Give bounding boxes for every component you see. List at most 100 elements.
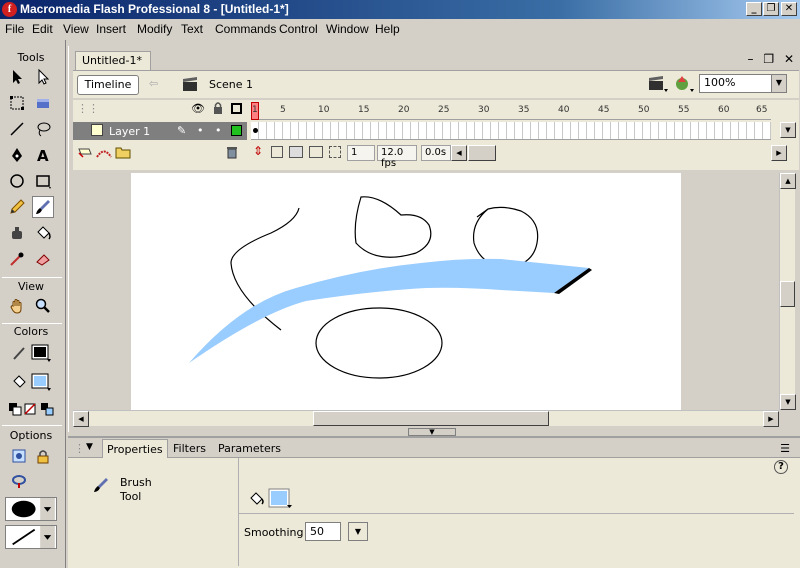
tab-parameters[interactable]: Parameters xyxy=(218,442,281,455)
stage[interactable] xyxy=(131,173,681,410)
hand-tool[interactable] xyxy=(6,295,28,317)
close-button[interactable]: ✕ xyxy=(781,2,797,16)
paint-bucket-tool[interactable] xyxy=(32,222,54,244)
brush-size-dropdown[interactable] xyxy=(5,497,57,521)
menu-insert[interactable]: Insert xyxy=(96,22,126,36)
keyframe[interactable] xyxy=(253,128,258,133)
menu-view[interactable]: View xyxy=(63,22,89,36)
timeline-scroll-thumb[interactable] xyxy=(468,145,496,161)
doc-restore-icon[interactable]: ❐ xyxy=(763,52,774,66)
subselection-tool[interactable] xyxy=(32,66,54,88)
vscroll-thumb[interactable] xyxy=(780,281,795,307)
edit-scene-icon[interactable] xyxy=(647,74,669,97)
tab-filters[interactable]: Filters xyxy=(173,442,206,455)
zoom-dropdown[interactable]: 100% ▼ xyxy=(699,74,787,93)
swap-colors-button[interactable] xyxy=(36,398,58,420)
menu-control[interactable]: Control xyxy=(279,22,318,36)
pencil-icon xyxy=(10,199,25,214)
tab-properties[interactable]: Properties xyxy=(102,439,168,459)
stroke-color-swatch[interactable] xyxy=(30,342,52,364)
scroll-right-icon[interactable]: ▶ xyxy=(763,411,779,427)
layer-row[interactable]: Layer 1 ✎ • • xyxy=(73,122,247,140)
stage-hscrollbar[interactable]: ◀ ▶ xyxy=(73,410,779,427)
menu-window[interactable]: Window xyxy=(326,22,369,36)
insert-folder-icon[interactable] xyxy=(115,145,131,162)
scroll-down-icon[interactable]: ▼ xyxy=(780,394,796,410)
eyedropper-tool[interactable] xyxy=(6,248,28,270)
menu-help[interactable]: Help xyxy=(375,22,400,36)
menu-edit[interactable]: Edit xyxy=(32,22,53,36)
visibility-dot-icon[interactable]: • xyxy=(197,124,204,137)
document-tab[interactable]: Untitled-1* xyxy=(75,51,151,70)
brush-mode-button[interactable] xyxy=(8,445,30,467)
menu-file[interactable]: File xyxy=(5,22,24,36)
pressure-button[interactable] xyxy=(8,470,30,492)
pen-tool[interactable] xyxy=(6,144,28,166)
hscroll-thumb[interactable] xyxy=(313,411,549,426)
trash-icon[interactable] xyxy=(225,145,239,162)
smoothing-input[interactable]: 50 xyxy=(305,522,341,541)
lasso-tool[interactable] xyxy=(32,118,54,140)
back-arrow-icon[interactable]: ⇦ xyxy=(149,77,158,90)
minimize-button[interactable]: _ xyxy=(746,2,762,16)
doc-close-icon[interactable]: ✕ xyxy=(784,52,794,66)
lock-dot-icon[interactable]: • xyxy=(215,124,222,137)
ink-bottle-tool[interactable] xyxy=(6,222,28,244)
doc-minimize-icon[interactable]: – xyxy=(748,52,754,66)
scroll-left-icon[interactable]: ◀ xyxy=(73,411,89,427)
selection-tool[interactable] xyxy=(6,66,28,88)
scroll-down-icon[interactable]: ▼ xyxy=(780,122,796,138)
pasteboard[interactable] xyxy=(73,173,779,410)
restore-button[interactable]: ❐ xyxy=(763,2,779,16)
help-icon[interactable]: ? xyxy=(774,460,788,474)
timeline-toggle-button[interactable]: Timeline xyxy=(77,75,139,95)
timeline-vscroll[interactable]: ▼ xyxy=(779,100,797,140)
oval-tool[interactable] xyxy=(6,170,28,192)
line-tool[interactable] xyxy=(6,118,28,140)
frame-grid[interactable] xyxy=(251,122,771,140)
onion-skin-icon[interactable] xyxy=(289,146,303,158)
arrow-icon xyxy=(13,70,22,84)
frame-rate[interactable]: 12.0 fps xyxy=(377,145,417,169)
scroll-right-icon[interactable]: ▶ xyxy=(771,145,787,161)
fill-color-swatch[interactable] xyxy=(268,488,294,513)
free-transform-tool[interactable] xyxy=(6,92,28,114)
edit-symbols-icon[interactable] xyxy=(673,74,695,97)
eraser-tool[interactable] xyxy=(32,248,54,270)
brush-shape-dropdown[interactable] xyxy=(5,525,57,549)
brush-tool[interactable] xyxy=(32,196,54,218)
rectangle-tool[interactable] xyxy=(32,170,54,192)
onion-outlines-icon[interactable] xyxy=(309,146,323,158)
outline-color-icon[interactable] xyxy=(231,125,242,136)
frame-ruler[interactable]: 1 5 10 15 20 25 30 35 40 45 50 55 60 65 xyxy=(251,102,771,120)
lock-fill-button[interactable] xyxy=(32,445,54,467)
scroll-up-icon[interactable]: ▲ xyxy=(780,173,796,189)
lock-icon[interactable] xyxy=(211,101,225,118)
properties-tabbar: ⋮ ▼ Properties Filters Parameters ☰ xyxy=(68,438,800,459)
menu-modify[interactable]: Modify xyxy=(137,22,172,36)
panel-collapse-handle[interactable]: ▼ xyxy=(408,428,456,436)
drawing[interactable] xyxy=(131,173,681,410)
collapse-triangle-icon[interactable]: ▼ xyxy=(86,442,93,452)
rectangle-icon xyxy=(36,175,51,189)
insert-layer-icon[interactable] xyxy=(77,146,93,163)
motion-guide-icon[interactable] xyxy=(95,146,113,163)
smoothing-dropdown[interactable]: ▼ xyxy=(348,522,368,541)
scroll-left-icon[interactable]: ◀ xyxy=(451,145,467,161)
menu-commands[interactable]: Commands xyxy=(215,22,276,36)
flash-app-icon[interactable]: f xyxy=(2,2,17,17)
outline-toggle-icon[interactable] xyxy=(231,103,242,114)
fill-color-swatch[interactable] xyxy=(30,371,52,393)
stage-vscrollbar[interactable]: ▲ ▼ xyxy=(779,173,796,410)
fill-transform-tool[interactable] xyxy=(32,92,54,114)
edit-multiple-frames-icon[interactable] xyxy=(329,146,341,158)
center-frame-icon[interactable] xyxy=(271,146,283,158)
line-icon xyxy=(10,122,24,136)
menu-text[interactable]: Text xyxy=(181,22,203,36)
pencil-tool[interactable] xyxy=(6,196,28,218)
zoom-tool[interactable] xyxy=(32,295,54,317)
text-tool[interactable]: A xyxy=(32,144,54,166)
eye-icon[interactable]: 👁 xyxy=(191,102,205,115)
timeline-panel: ⋮⋮ 👁 Layer 1 ✎ • • 1 5 10 15 20 25 30 35… xyxy=(73,100,799,170)
panel-menu-icon[interactable]: ☰ xyxy=(780,442,790,455)
